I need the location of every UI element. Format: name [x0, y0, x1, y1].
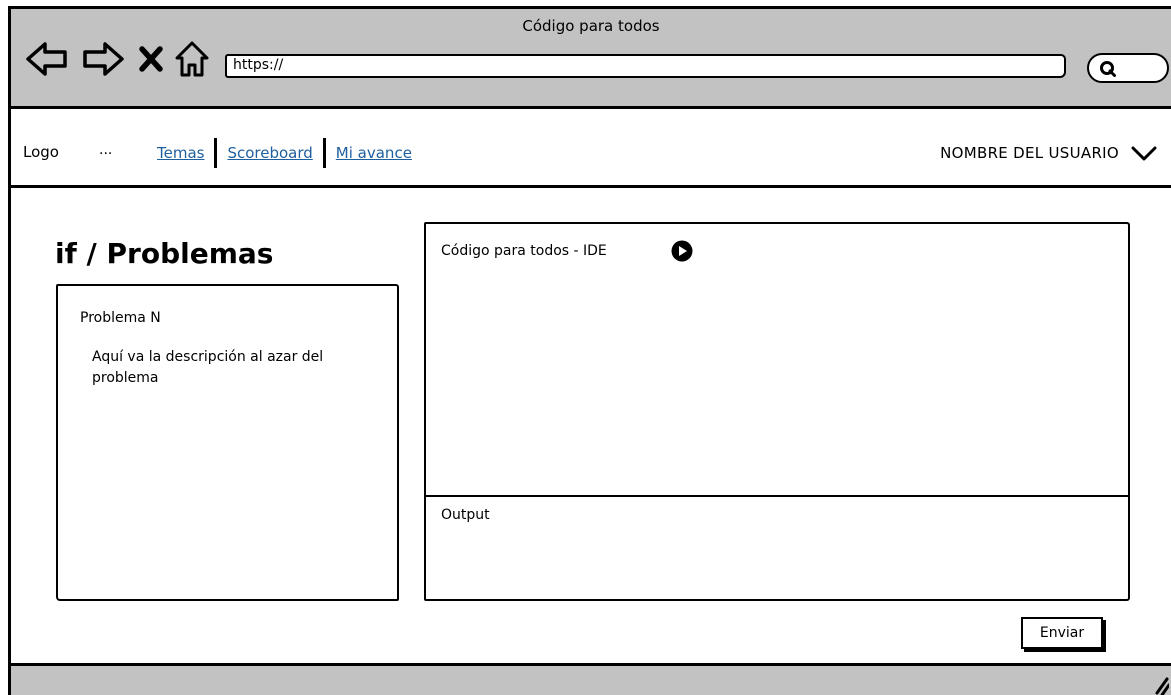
window-title: Código para todos — [522, 17, 660, 35]
app-header: Logo ... Temas Scoreboard Mi avance NOMB… — [11, 112, 1171, 188]
page-title: if / Problemas — [55, 237, 274, 270]
logo[interactable]: Logo — [23, 143, 59, 161]
run-play-icon[interactable] — [671, 240, 693, 262]
search-button[interactable] — [1087, 53, 1169, 83]
close-x-icon[interactable] — [138, 45, 164, 73]
status-bar — [11, 663, 1171, 695]
chevron-down-icon[interactable] — [1131, 146, 1157, 162]
submit-button[interactable]: Enviar — [1021, 617, 1103, 649]
output-title: Output — [441, 507, 490, 523]
code-editor[interactable]: Código para todos - IDE — [424, 222, 1130, 497]
search-icon — [1100, 61, 1116, 77]
resize-grip-icon[interactable] — [1153, 675, 1169, 695]
forward-arrow-icon[interactable] — [81, 39, 125, 79]
problem-description: Aquí va la descripción al azar del probl… — [92, 349, 324, 386]
back-arrow-icon[interactable] — [25, 39, 69, 79]
user-menu-name[interactable]: NOMBRE DEL USUARIO — [940, 144, 1119, 162]
problem-panel: Problema N Aquí va la descripción al aza… — [56, 284, 399, 601]
nav-link-mi-avance[interactable]: Mi avance — [336, 144, 412, 162]
nav-link-temas[interactable]: Temas — [157, 144, 204, 162]
nav-divider — [214, 138, 218, 168]
browser-window: Código para todos https:// Logo ... Tema… — [8, 6, 1171, 695]
problem-title: Problema N — [80, 310, 161, 326]
nav-link-scoreboard[interactable]: Scoreboard — [227, 144, 312, 162]
output-panel: Output — [424, 495, 1130, 601]
ide-title: Código para todos - IDE — [441, 243, 607, 259]
url-input[interactable]: https:// — [225, 54, 1066, 78]
main-nav: Temas Scoreboard Mi avance — [157, 136, 412, 170]
home-icon[interactable] — [173, 39, 211, 79]
nav-divider — [322, 138, 326, 168]
browser-toolbar: Código para todos https:// — [11, 9, 1171, 109]
header-ellipsis: ... — [99, 142, 113, 158]
